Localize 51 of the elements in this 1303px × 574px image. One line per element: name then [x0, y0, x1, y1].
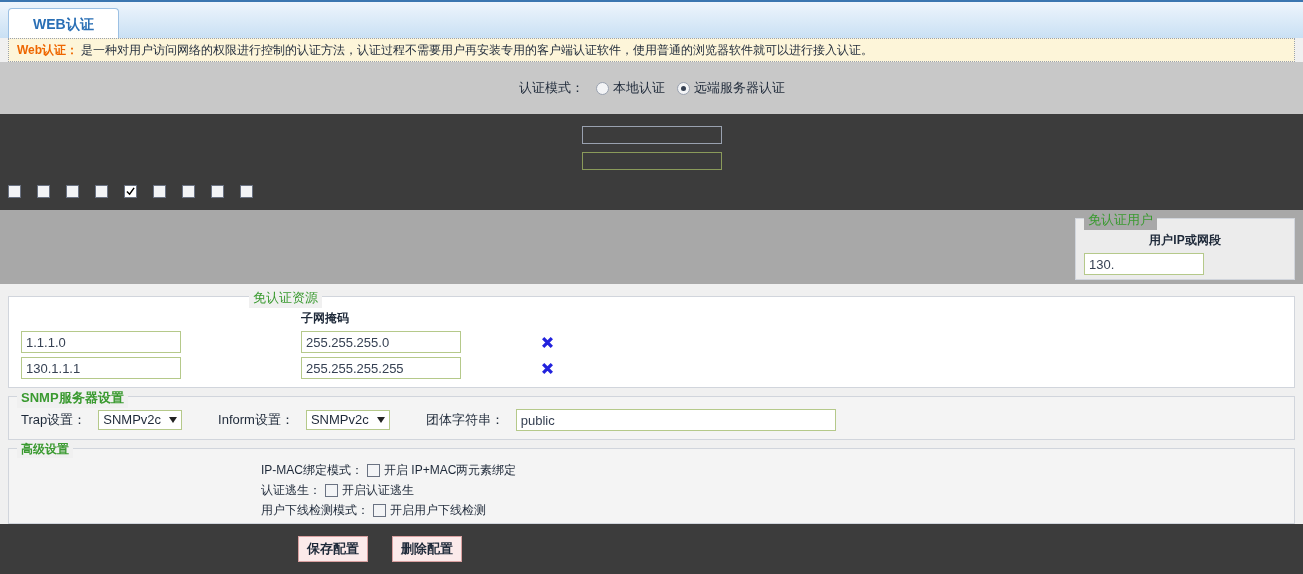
radio-button[interactable]	[595, 81, 609, 95]
input-field[interactable]: public	[515, 409, 836, 431]
dropdown[interactable]: SNMPv2c	[305, 410, 390, 430]
notice-bar: Web认证： 是一种对用户访问网络的权限进行控制的认证方法，认证过程不需要用户再安装专用的客户端认证软件，使用普通的浏览器软件就可以进行接入认证。	[8, 38, 1295, 62]
input-field[interactable]: 255.255.255.0	[301, 331, 461, 353]
option-label: 用户下线检测模式：	[261, 502, 369, 519]
action-button[interactable]: 保存配置	[298, 536, 368, 562]
input-field[interactable]	[581, 126, 722, 144]
caret-icon	[169, 417, 178, 423]
checkbox[interactable]	[124, 185, 137, 198]
caret-icon	[376, 417, 385, 423]
checkbox[interactable]	[95, 185, 108, 198]
checkbox[interactable]	[373, 503, 386, 517]
radio-label[interactable]: 远端服务器认证	[693, 78, 785, 98]
field-label: 团体字符串：	[425, 411, 504, 430]
input-field[interactable]: 255.255.255.255	[301, 357, 461, 379]
fieldset-title: 免认证用户	[1084, 210, 1157, 230]
column-header: 子网掩码	[301, 310, 349, 327]
input-field[interactable]: 1.1.1.0	[21, 331, 181, 353]
checkbox[interactable]	[240, 185, 253, 198]
option-label: IP-MAC绑定模式：	[261, 462, 363, 479]
delete-icon[interactable]	[541, 361, 554, 375]
field-label: Inform设置：	[218, 411, 294, 430]
checkbox[interactable]	[8, 185, 21, 198]
action-button[interactable]: 删除配置	[392, 536, 462, 562]
delete-icon[interactable]	[541, 335, 554, 349]
checkbox[interactable]	[66, 185, 79, 198]
input-field[interactable]	[581, 152, 722, 170]
checkbox[interactable]	[153, 185, 166, 198]
checkbox[interactable]	[37, 185, 50, 198]
input-field[interactable]: 130.1.1.1	[21, 357, 181, 379]
tab[interactable]: WEB认证	[8, 8, 119, 38]
radio-label[interactable]: 本地认证	[612, 78, 665, 98]
input-field[interactable]: 130.	[1084, 253, 1204, 275]
checkbox-label[interactable]: 开启用户下线检测	[390, 501, 486, 519]
checkbox[interactable]	[182, 185, 195, 198]
fieldset-title: 免认证资源	[249, 288, 322, 308]
fieldset-title: SNMP服务器设置	[17, 388, 128, 408]
option-label: 认证逃生：	[261, 482, 321, 499]
column-header: 用户IP或网段	[1148, 232, 1222, 249]
checkbox[interactable]	[211, 185, 224, 198]
checkbox[interactable]	[325, 483, 338, 497]
fieldset-title: 高级设置	[17, 440, 73, 458]
field-label: Trap设置：	[21, 411, 87, 430]
radio-button[interactable]	[676, 81, 690, 95]
checkbox-label[interactable]: 开启 IP+MAC两元素绑定	[384, 461, 517, 479]
check-icon	[126, 187, 135, 196]
checkbox[interactable]	[367, 463, 380, 477]
auth-mode-label: 认证模式：	[518, 79, 584, 98]
checkbox-label[interactable]: 开启认证逃生	[342, 481, 414, 499]
dropdown[interactable]: SNMPv2c	[98, 410, 183, 430]
